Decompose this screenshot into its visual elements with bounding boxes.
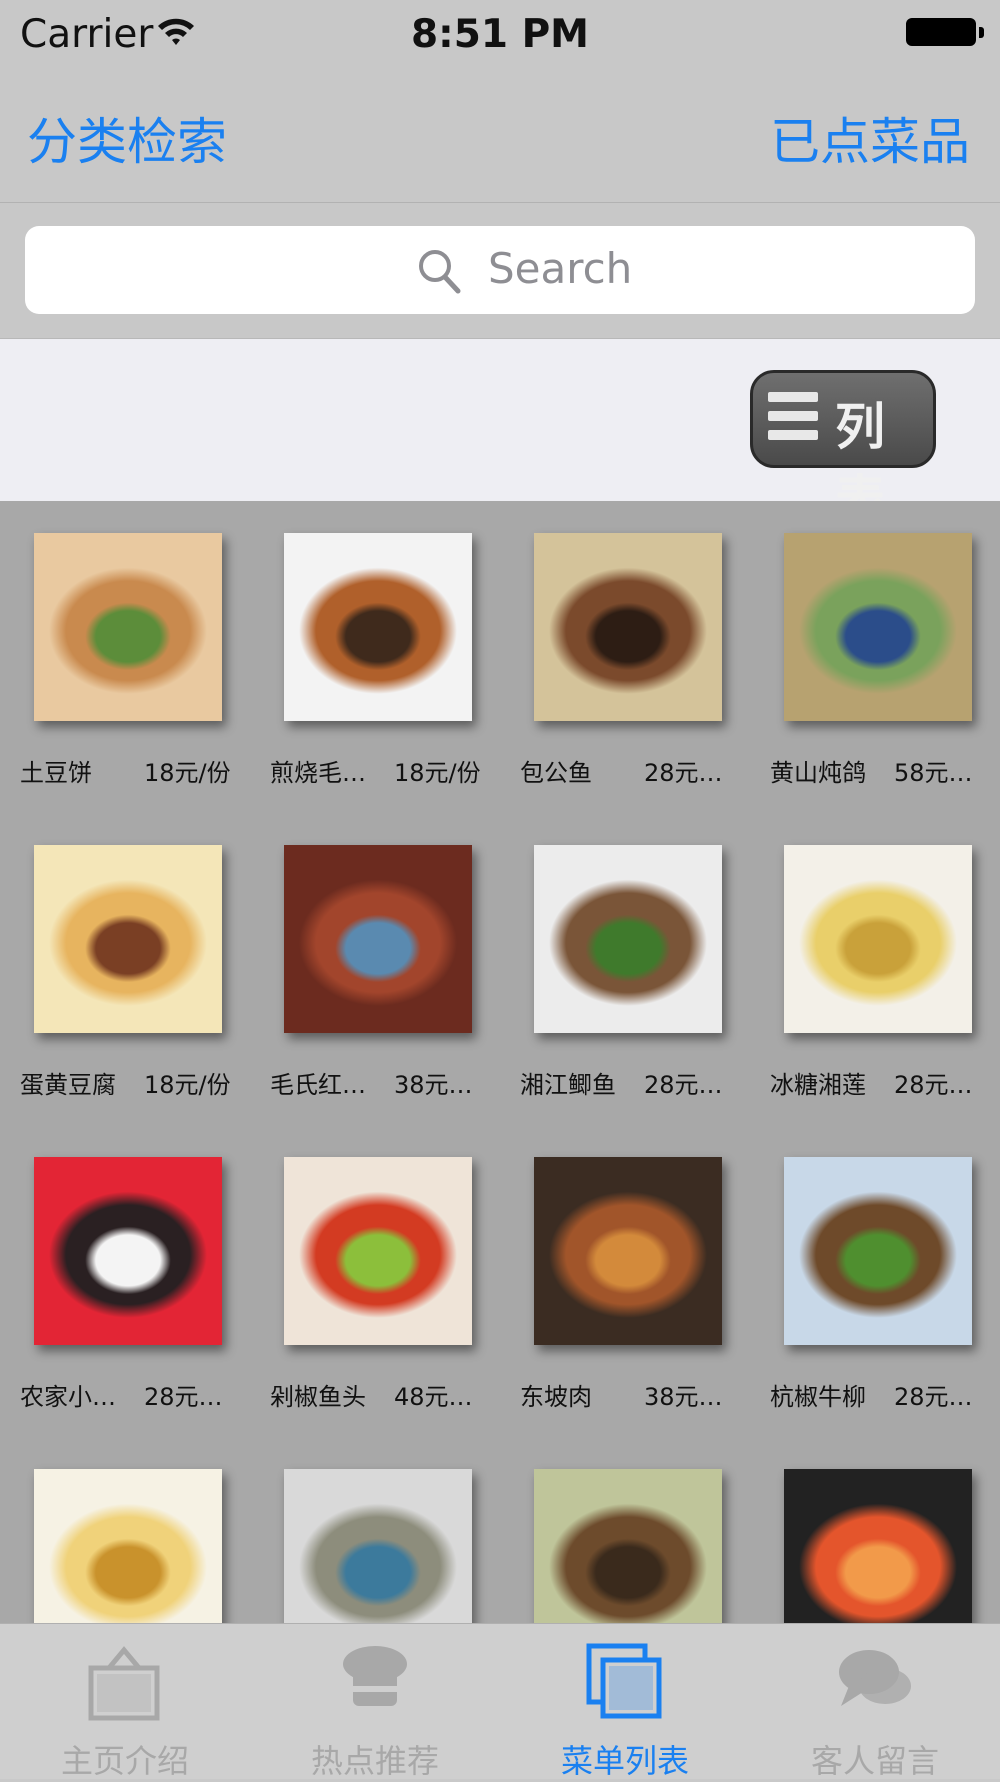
dish-price: 28元… [644,1071,723,1099]
dish-name: 包公鱼 [520,759,592,787]
home-icon [85,1642,165,1722]
dish-price: 28元… [144,1383,223,1411]
dish-item[interactable]: 毛氏红… 38元… [250,813,500,1125]
dish-photo[interactable] [784,1157,972,1345]
dish-item[interactable]: 包公鱼 28元… [500,501,750,813]
dish-item[interactable]: 土豆饼 18元/份 [0,501,250,813]
dish-price: 18元/份 [144,759,231,787]
clock: 8:51 PM [411,12,589,57]
tab-bar: 主页介绍 热点推荐 菜单列表 客人留言 [0,1623,1000,1780]
dish-name: 毛氏红… [270,1071,366,1099]
dish-item[interactable] [500,1437,750,1623]
dish-name: 土豆饼 [20,759,92,787]
dish-photo[interactable] [534,845,722,1033]
dish-name: 煎烧毛… [270,759,366,787]
dish-price: 48元… [394,1383,473,1411]
dish-price: 28元… [894,1071,973,1099]
dish-photo[interactable] [284,845,472,1033]
tab-label: 热点推荐 [310,1742,439,1780]
dish-photo[interactable] [284,1469,472,1623]
battery-icon [906,18,984,46]
tab-label: 菜单列表 [560,1742,689,1780]
list-view-button[interactable]: 列表 [750,370,936,528]
search-input[interactable]: Search [25,226,975,314]
dish-item[interactable]: 杭椒牛柳 28元… [750,1125,1000,1437]
dish-price: 38元… [394,1071,473,1099]
dish-photo[interactable] [284,1157,472,1345]
search-bar: Search [0,203,1000,339]
menu-list-icon [585,1642,665,1722]
chat-bubbles-icon [835,1642,915,1722]
search-placeholder: Search [488,244,633,293]
dish-item[interactable]: 东坡肉 38元… [500,1125,750,1437]
category-search-button[interactable]: 分类检索 [27,102,227,174]
dish-item[interactable] [0,1437,250,1623]
tab-label: 客人留言 [810,1742,939,1780]
dish-name: 冰糖湘莲 [770,1071,866,1099]
dish-photo[interactable] [784,1469,972,1623]
search-icon [419,250,461,294]
dish-name: 蛋黄豆腐 [20,1071,116,1099]
dish-price: 18元/份 [144,1071,231,1099]
dish-photo[interactable] [34,1157,222,1345]
dish-item[interactable]: 农家小… 28元… [0,1125,250,1437]
dish-price: 58元… [894,759,973,787]
dish-name: 湘江鲫鱼 [520,1071,616,1099]
dish-item[interactable] [750,1437,1000,1623]
ordered-dishes-button[interactable]: 已点菜品 [770,102,970,174]
chef-hat-icon [335,1642,415,1722]
tab-label: 主页介绍 [60,1742,189,1780]
dish-photo[interactable] [34,533,222,721]
dish-price: 28元… [644,759,723,787]
list-icon [768,392,818,448]
dish-photo[interactable] [284,533,472,721]
dish-item[interactable]: 蛋黄豆腐 18元/份 [0,813,250,1125]
tab-item[interactable]: 客人留言 [750,1624,1000,1780]
dish-photo[interactable] [784,533,972,721]
dish-item[interactable] [250,1437,500,1623]
dish-photo[interactable] [534,1469,722,1623]
dish-photo[interactable] [784,845,972,1033]
tab-item[interactable]: 热点推荐 [250,1624,500,1780]
dish-name: 黄山炖鸽 [770,759,866,787]
dish-item[interactable]: 黄山炖鸽 58元… [750,501,1000,813]
dish-item[interactable]: 湘江鲫鱼 28元… [500,813,750,1125]
view-toolbar: 列表 [0,339,1000,528]
dish-photo[interactable] [34,845,222,1033]
dish-price: 38元… [644,1383,723,1411]
dish-name: 东坡肉 [520,1383,592,1411]
navigation-bar: 分类检索 已点菜品 [0,66,1000,203]
dish-name: 剁椒鱼头 [270,1383,366,1411]
dish-photo[interactable] [534,533,722,721]
dish-price: 28元… [894,1383,973,1411]
dish-photo[interactable] [34,1469,222,1623]
dish-item[interactable]: 冰糖湘莲 28元… [750,813,1000,1125]
dish-item[interactable]: 煎烧毛… 18元/份 [250,501,500,813]
status-bar: Carrier 8:51 PM [0,0,1000,66]
tab-item[interactable]: 主页介绍 [0,1624,250,1780]
dish-item[interactable]: 剁椒鱼头 48元… [250,1125,500,1437]
dish-grid[interactable]: 土豆饼 18元/份 煎烧毛… 18元/份 包公鱼 28元… 黄山炖鸽 58元… 蛋黄豆腐 18元/… [0,501,1000,1623]
dish-price: 18元/份 [394,759,481,787]
tab-item[interactable]: 菜单列表 [500,1624,750,1780]
dish-name: 农家小… [20,1383,116,1411]
dish-photo[interactable] [534,1157,722,1345]
dish-name: 杭椒牛柳 [770,1383,866,1411]
